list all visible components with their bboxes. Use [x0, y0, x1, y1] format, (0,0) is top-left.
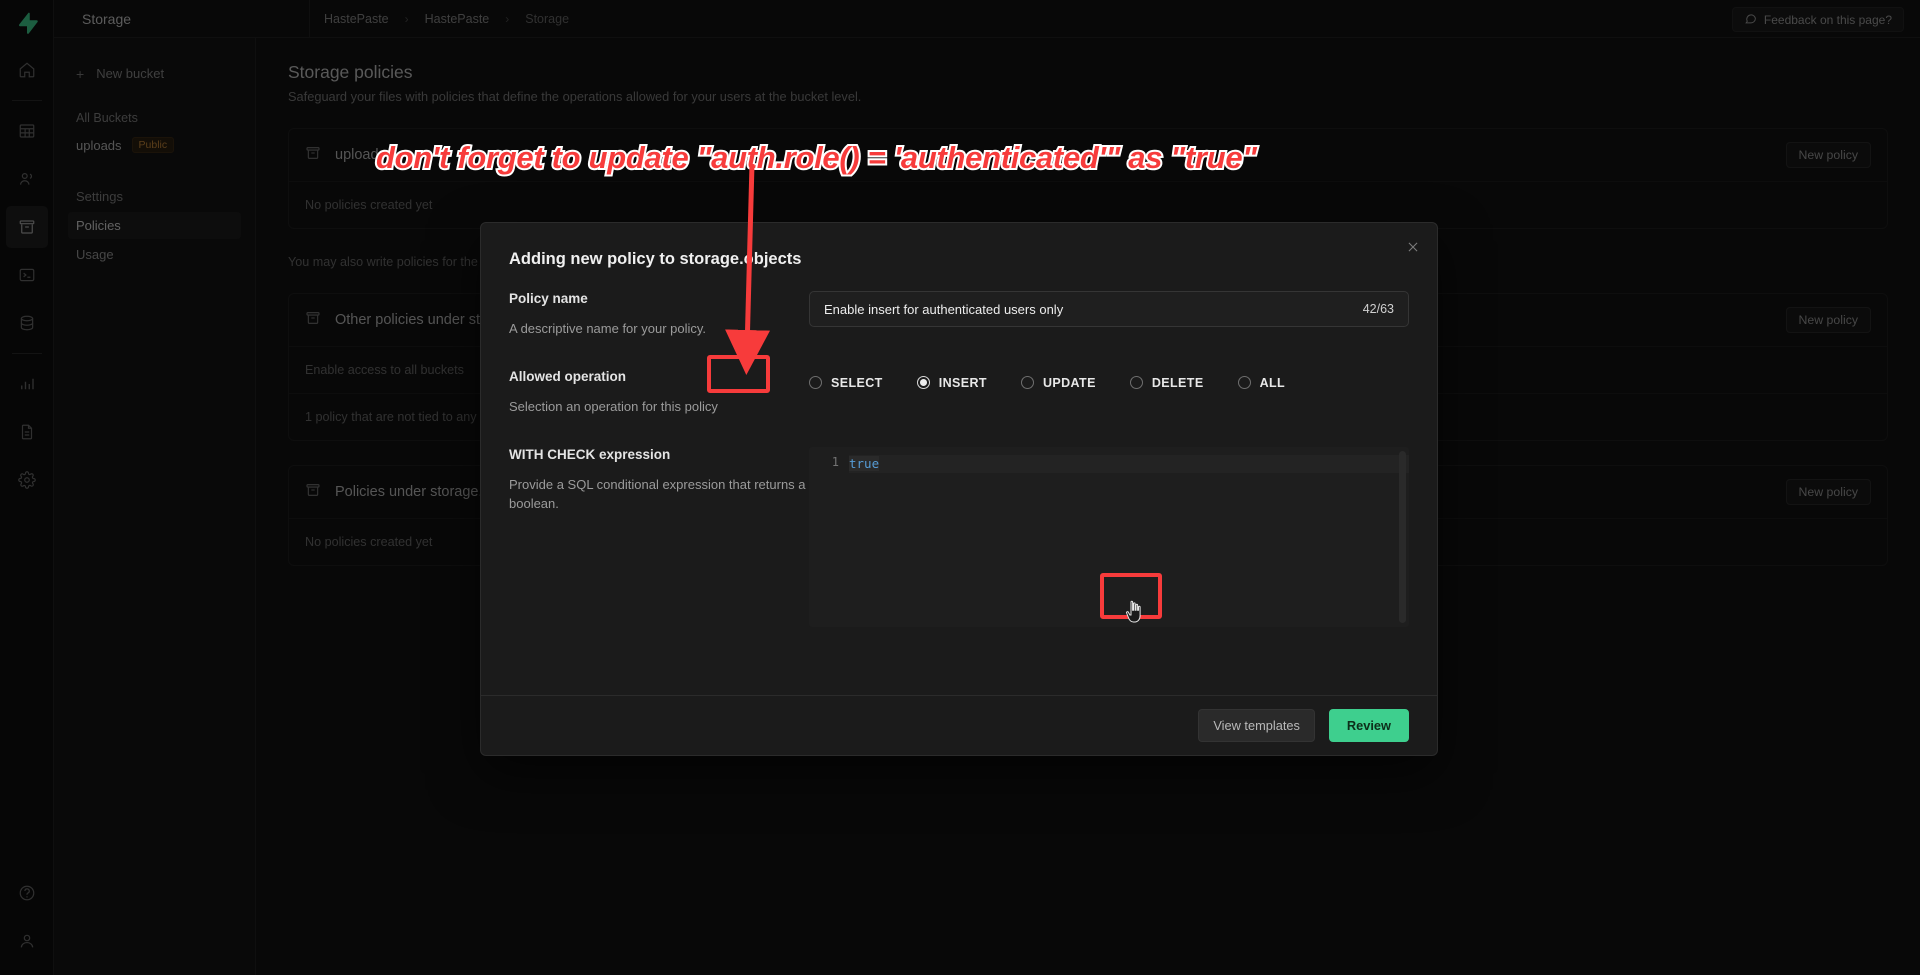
highlight-box-sql-expression	[707, 355, 770, 393]
policy-name-input[interactable]: Enable insert for authenticated users on…	[809, 291, 1409, 327]
radio-indicator	[809, 376, 822, 390]
field-description: A descriptive name for your policy.	[509, 321, 707, 336]
radio-indicator	[1129, 376, 1143, 390]
editor-scrollbar[interactable]	[1399, 450, 1406, 623]
line-number: 1	[831, 454, 839, 469]
editor-active-line: true	[849, 454, 1409, 473]
radio-label: SELECT	[831, 375, 883, 390]
screen: Storage HastePaste › HastePaste › Storag…	[0, 0, 1920, 975]
field-with-check-expression: WITH CHECK expression Provide a SQL cond…	[509, 446, 1409, 627]
radio-delete[interactable]: DELETE	[1129, 375, 1204, 390]
policy-name-value: Enable insert for authenticated users on…	[824, 301, 1064, 317]
editor-gutter: 1	[809, 446, 849, 627]
sql-token-true: true	[849, 456, 880, 472]
field-label-group: WITH CHECK expression Provide a SQL cond…	[509, 447, 809, 627]
field-description: Provide a SQL conditional expression tha…	[509, 476, 806, 511]
field-label: WITH CHECK expression	[509, 446, 671, 462]
radio-label: DELETE	[1151, 375, 1204, 390]
field-description: Selection an operation for this policy	[509, 398, 718, 414]
field-label-group: Policy name A descriptive name for your …	[509, 291, 809, 339]
radio-indicator	[1020, 376, 1034, 390]
radio-update[interactable]: UPDATE	[1020, 375, 1096, 390]
radio-select[interactable]: SELECT	[809, 376, 883, 390]
radio-label: UPDATE	[1042, 375, 1096, 390]
review-button[interactable]: Review	[1328, 709, 1409, 742]
add-policy-dialog: Adding new policy to storage.objects Pol…	[480, 222, 1438, 756]
radio-insert[interactable]: INSERT	[916, 375, 987, 390]
field-control: SELECT INSERT UPDATE DELETE ALL	[809, 369, 1409, 417]
field-label: Policy name	[509, 291, 588, 306]
field-control: Enable insert for authenticated users on…	[809, 291, 1409, 339]
field-policy-name: Policy name A descriptive name for your …	[509, 291, 1409, 339]
char-counter: 42/63	[1362, 302, 1394, 316]
field-allowed-operation: Allowed operation Selection an operation…	[509, 369, 1409, 417]
radio-indicator-selected	[916, 376, 930, 390]
radio-indicator	[1237, 376, 1251, 390]
dialog-body: Policy name A descriptive name for your …	[481, 269, 1437, 695]
annotation-text: don't forget to update "auth.role() = 'a…	[374, 138, 1259, 177]
radio-label: INSERT	[938, 375, 987, 390]
dialog-footer: View templates Review	[481, 695, 1437, 755]
radio-label: ALL	[1259, 375, 1286, 390]
operation-radio-group: SELECT INSERT UPDATE DELETE ALL	[809, 369, 1409, 390]
close-icon[interactable]	[1403, 237, 1423, 257]
mouse-cursor-icon	[1126, 600, 1141, 623]
dialog-title: Adding new policy to storage.objects	[509, 250, 802, 268]
radio-all[interactable]: ALL	[1237, 375, 1286, 390]
view-templates-button[interactable]: View templates	[1198, 709, 1315, 742]
